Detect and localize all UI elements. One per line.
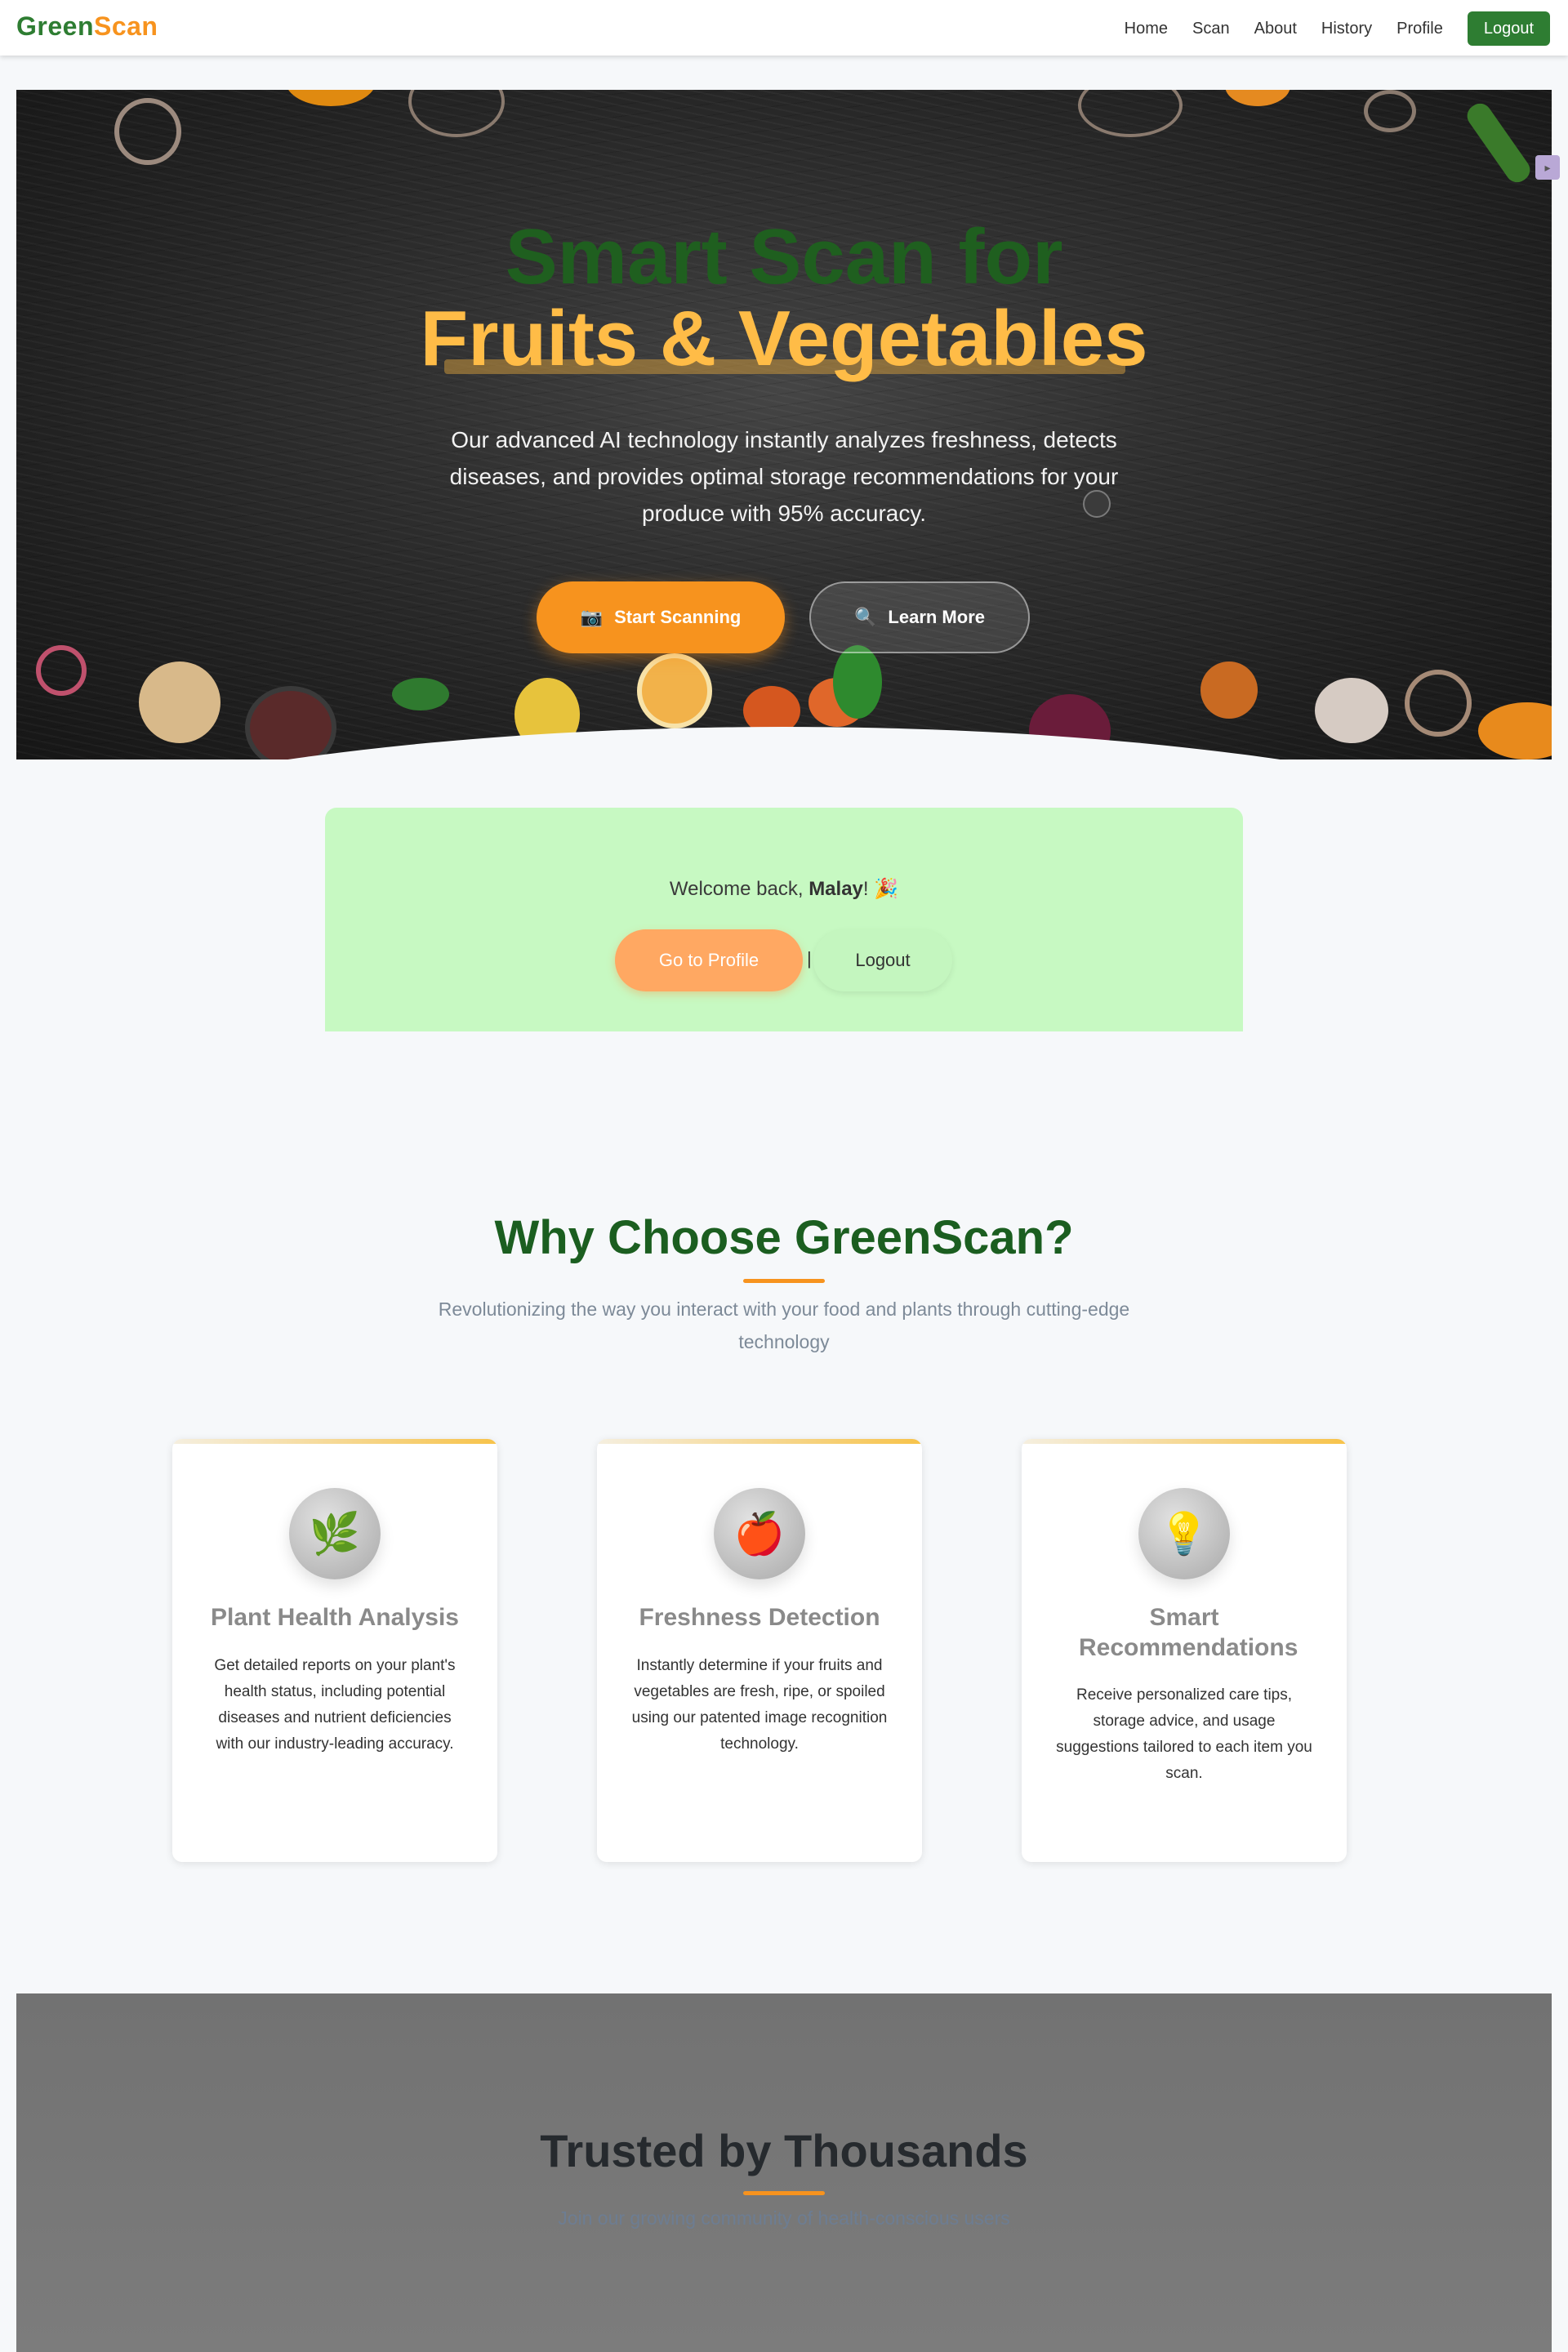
feature-card-plant-health: 🌿 Plant Health Analysis Get detailed rep… — [172, 1439, 497, 1862]
welcome-logout-button[interactable]: Logout — [813, 929, 952, 991]
welcome-panel: Welcome back, Malay! 🎉 Go to Profile | L… — [325, 808, 1243, 1031]
nav-logout-button[interactable]: Logout — [1467, 11, 1550, 46]
onion-ring-decoration — [114, 98, 181, 165]
nav-links: Home Scan About History Profile Logout — [1100, 11, 1550, 46]
user-name: Malay — [808, 878, 863, 900]
magnifier-icon: 🔍 — [854, 607, 877, 627]
card-title: Plant Health Analysis — [211, 1604, 459, 1631]
card-title: Freshness Detection — [639, 1604, 880, 1631]
trusted-section: Trusted by Thousands Join our growing co… — [16, 1993, 1552, 2352]
welcome-message: Welcome back, Malay! 🎉 — [325, 877, 1243, 901]
nav-link-about[interactable]: About — [1254, 20, 1297, 38]
brand-green-text: Green — [16, 11, 94, 41]
onion-ring-decoration — [1364, 90, 1416, 132]
brand-logo[interactable]: GreenScan — [16, 11, 158, 42]
feature-card-recommendations: 💡 Smart Recommendations Receive personal… — [1022, 1439, 1347, 1862]
card-accent-bar — [172, 1439, 497, 1444]
card-description: Receive personalized care tips, storage … — [1056, 1686, 1312, 1782]
leaf-decoration — [833, 645, 882, 719]
onion-ring-decoration — [36, 645, 87, 696]
card-description: Instantly determine if your fruits and v… — [631, 1657, 888, 1753]
section-title-why: Why Choose GreenScan? — [494, 1211, 1074, 1264]
button-separator: | — [807, 948, 812, 969]
welcome-prefix: Welcome back, — [669, 878, 809, 900]
hero-title-line2: Fruits & Vegetables — [420, 295, 1148, 382]
card-title: Smart Recommendations — [1079, 1604, 1298, 1661]
card-description: Get detailed reports on your plant's hea… — [214, 1657, 456, 1753]
apple-icon: 🍎 — [714, 1488, 805, 1579]
brand-orange-text: Scan — [93, 11, 158, 41]
lemon-slice-decoration — [637, 653, 712, 728]
camera-icon: 📷 — [580, 607, 604, 627]
lightbulb-icon: 💡 — [1138, 1488, 1230, 1579]
section-title-trusted: Trusted by Thousands — [540, 2125, 1028, 2176]
hero-section: Smart Scan for Fruits & Vegetables Our a… — [16, 90, 1552, 760]
nav-link-history[interactable]: History — [1321, 20, 1372, 38]
hero-description: Our advanced AI technology instantly ana… — [449, 427, 1119, 526]
nav-link-scan[interactable]: Scan — [1192, 20, 1230, 38]
start-scanning-label: Start Scanning — [614, 607, 742, 627]
side-extension-icon[interactable]: ▸ — [1535, 155, 1560, 180]
section-title-underline — [743, 2191, 825, 2195]
start-scanning-button[interactable]: 📷 Start Scanning — [537, 581, 785, 653]
section-subtitle-why: Revolutionizing the way you interact wit… — [438, 1298, 1130, 1352]
hero-title-line1: Smart Scan for — [505, 213, 1063, 301]
learn-more-button[interactable]: 🔍 Learn More — [809, 581, 1030, 653]
nav-link-profile[interactable]: Profile — [1396, 20, 1443, 38]
bread-decoration — [139, 662, 220, 743]
nav-link-home[interactable]: Home — [1125, 20, 1168, 38]
card-accent-bar — [597, 1439, 922, 1444]
section-title-underline — [743, 1279, 825, 1283]
learn-more-label: Learn More — [888, 607, 985, 627]
welcome-suffix: ! 🎉 — [862, 878, 899, 900]
fig-decoration — [1200, 662, 1258, 719]
card-accent-bar — [1022, 1439, 1347, 1444]
herb-icon: 🌿 — [289, 1488, 381, 1579]
onion-ring-decoration — [1405, 670, 1472, 737]
garlic-decoration — [1315, 678, 1388, 743]
leaf-decoration — [392, 678, 449, 710]
go-to-profile-button[interactable]: Go to Profile — [615, 929, 803, 991]
feature-card-freshness: 🍎 Freshness Detection Instantly determin… — [597, 1439, 922, 1862]
top-navbar: GreenScan Home Scan About History Profil… — [0, 0, 1568, 56]
section-subtitle-trusted: Join our growing community of health-con… — [558, 2207, 1010, 2229]
